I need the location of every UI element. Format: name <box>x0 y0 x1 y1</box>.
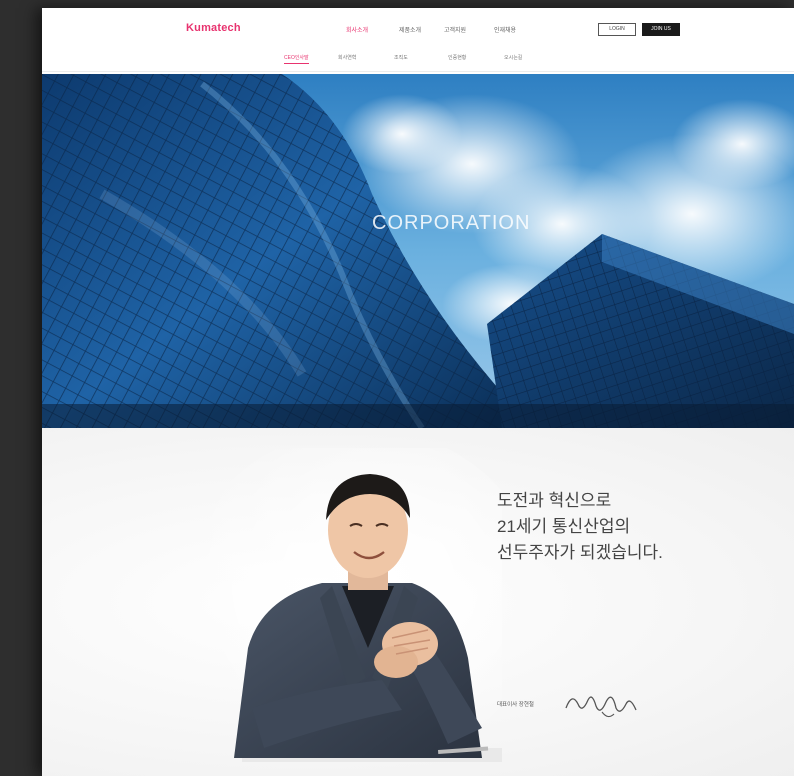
subnav-item-certification[interactable]: 인증현황 <box>448 54 466 61</box>
ceo-signature-image <box>565 696 637 718</box>
login-button[interactable]: LOGIN <box>598 23 636 36</box>
hero-title: CORPORATION <box>372 212 531 234</box>
ceo-greeting-section: 도전과 혁신으로 21세기 통신산업의 선두주자가 되겠습니다. 대표이사 장현… <box>42 428 794 776</box>
subnav-item-organization[interactable]: 조직도 <box>394 54 408 61</box>
hero-buildings-image <box>42 74 794 428</box>
gnb-item-company[interactable]: 회사소개 <box>346 25 368 34</box>
ceo-photo <box>182 448 502 768</box>
join-button[interactable]: JOIN US <box>642 23 680 36</box>
site-header: Kumatech 회사소개 제품소개 고객지원 인재채용 LOGIN JOIN … <box>42 8 794 72</box>
subnav-item-history[interactable]: 회사연혁 <box>338 54 356 61</box>
gnb-item-products[interactable]: 제품소개 <box>399 25 421 34</box>
hero-banner: CORPORATION <box>42 74 794 428</box>
signature-label: 대표이사 장현철 <box>497 702 534 708</box>
gnb-item-careers[interactable]: 인재채용 <box>494 25 516 34</box>
greeting-line-1: 도전과 혁신으로 <box>497 491 612 510</box>
greeting-line-3: 선두주자가 되겠습니다. <box>497 543 663 562</box>
site-logo[interactable]: Kumatech <box>186 22 241 34</box>
gnb-item-support[interactable]: 고객지원 <box>444 25 466 34</box>
subnav-item-ceo[interactable]: CEO인사말 <box>284 54 309 64</box>
browser-page: Kumatech 회사소개 제품소개 고객지원 인재채용 LOGIN JOIN … <box>42 8 794 776</box>
ceo-greeting-heading: 도전과 혁신으로 21세기 통신산업의 선두주자가 되겠습니다. <box>497 488 663 566</box>
greeting-line-2: 21세기 통신산업의 <box>497 517 631 536</box>
subnav-item-location[interactable]: 오시는길 <box>504 54 522 61</box>
